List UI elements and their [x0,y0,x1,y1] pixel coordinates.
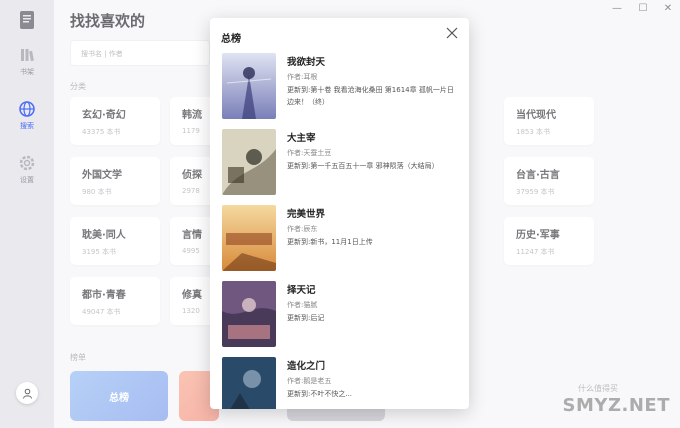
user-icon [22,388,32,399]
sidebar-item-label: 书架 [20,68,34,76]
user-avatar[interactable] [16,382,38,404]
gear-icon [19,155,35,171]
bookshelf-icon [21,49,34,62]
modal-title: 总榜 [221,34,241,45]
book-item[interactable]: 择天记 作者:猫腻 更新到:后记 [222,281,462,349]
close-icon[interactable] [445,26,459,40]
book-update: 更新到:第一千五百五十一章 邪神陨落（大结局） [287,162,439,170]
book-cover [222,205,276,271]
book-update: 更新到:新书，11月1日上传 [287,238,373,246]
book-update: 更新到:后记 [287,314,325,322]
sidebar-item-bookshelf[interactable]: 书架 [0,46,54,77]
sidebar: 书架 搜索 设置 [0,0,55,428]
sidebar-item-settings[interactable]: 设置 [0,154,54,185]
book-item[interactable]: 造化之门 作者:鹅是老五 更新到:不叶不快之... [222,357,462,409]
book-item[interactable]: 我欲封天 作者:耳根 更新到:第十卷 我看沧海化桑田 第1614章 孤帆一片日边… [222,53,462,121]
book-title: 大主宰 [287,133,316,144]
book-title: 我欲封天 [287,57,326,68]
book-cover [222,281,276,347]
book-cover [222,357,276,409]
book-author: 作者:天蚕土豆 [287,149,332,157]
book-author: 作者:辰东 [287,225,318,233]
book-item[interactable]: 大主宰 作者:天蚕土豆 更新到:第一千五百五十一章 邪神陨落（大结局） [222,129,462,197]
book-title: 完美世界 [287,209,326,220]
app-logo-icon [20,11,34,29]
book-title: 择天记 [287,285,316,296]
watermark-subtitle: 什么值得买 [578,384,618,393]
watermark: SMYZ.NET [562,395,670,416]
sidebar-item-search[interactable]: 搜索 [0,100,54,131]
book-update: 更新到:第十卷 我看沧海化桑田 第1614章 孤帆一片日边来！（终） [287,86,454,106]
ranking-modal: 总榜 我欲封天 作者:耳根 更新到:第十卷 我看沧海化桑田 第1614章 孤帆一… [210,18,469,409]
book-cover [222,53,276,119]
book-item[interactable]: 完美世界 作者:辰东 更新到:新书，11月1日上传 [222,205,462,273]
book-author: 作者:猫腻 [287,301,318,309]
book-update: 更新到:不叶不快之... [287,390,353,398]
book-title: 造化之门 [287,361,326,372]
book-author: 作者:鹅是老五 [287,377,332,385]
book-cover [222,129,276,195]
globe-icon [19,101,35,117]
sidebar-item-label: 搜索 [20,122,34,130]
book-author: 作者:耳根 [287,73,318,81]
sidebar-item-label: 设置 [20,176,34,184]
